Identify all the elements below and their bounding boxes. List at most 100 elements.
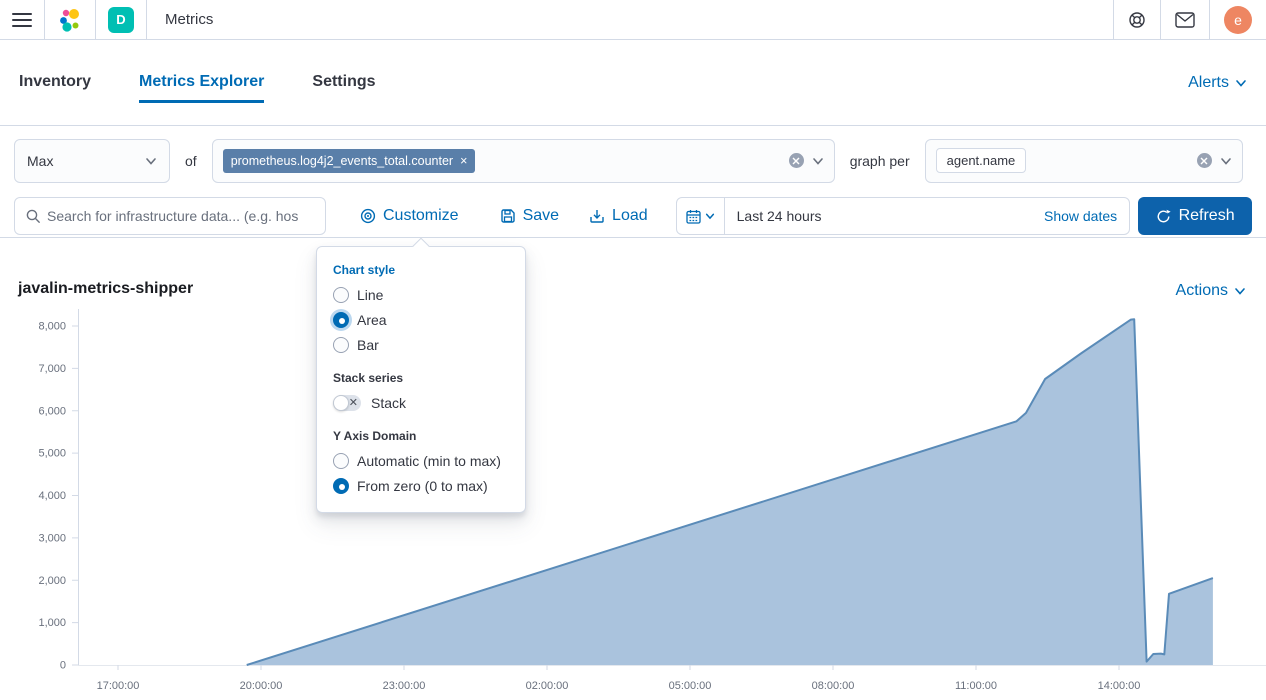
of-label: of bbox=[170, 153, 212, 169]
stack-toggle[interactable]: ✕ bbox=[333, 395, 361, 411]
radio-icon[interactable] bbox=[333, 478, 349, 494]
svg-text:23:00:00: 23:00:00 bbox=[383, 680, 426, 692]
avatar[interactable]: e bbox=[1224, 6, 1252, 34]
svg-text:2,000: 2,000 bbox=[38, 575, 66, 587]
notifications-button[interactable] bbox=[1160, 0, 1209, 39]
tab-metrics-explorer[interactable]: Metrics Explorer bbox=[139, 63, 264, 103]
graph-per-label: graph per bbox=[835, 153, 925, 169]
toggle-off-icon: ✕ bbox=[349, 398, 358, 409]
svg-text:0: 0 bbox=[60, 660, 66, 672]
space-selector[interactable]: D bbox=[96, 0, 147, 39]
clear-icon bbox=[792, 157, 800, 165]
quick-select-date-button[interactable] bbox=[677, 198, 725, 234]
toolbar-row: Customize Save Load bbox=[0, 195, 1266, 238]
chevron-down-icon bbox=[1235, 77, 1247, 89]
chart-style-line-radio[interactable]: Line bbox=[333, 287, 509, 303]
import-icon bbox=[589, 208, 605, 224]
alerts-dropdown[interactable]: Alerts bbox=[1188, 74, 1247, 92]
svg-text:11:00:00: 11:00:00 bbox=[955, 680, 997, 692]
clear-icon bbox=[1200, 157, 1208, 165]
search-icon bbox=[25, 208, 41, 224]
radio-label: From zero (0 to max) bbox=[357, 478, 488, 494]
svg-text:5,000: 5,000 bbox=[38, 448, 66, 460]
alerts-label: Alerts bbox=[1188, 74, 1229, 92]
elastic-logo[interactable] bbox=[45, 0, 96, 39]
mail-icon bbox=[1175, 12, 1195, 28]
help-icon bbox=[1128, 11, 1146, 29]
y-axis-domain-title: Y Axis Domain bbox=[333, 429, 509, 443]
clear-group-by-button[interactable] bbox=[1197, 153, 1212, 168]
stack-toggle-label: Stack bbox=[371, 395, 406, 411]
breadcrumb: Metrics bbox=[159, 11, 213, 28]
radio-label: Automatic (min to max) bbox=[357, 453, 501, 469]
refresh-label: Refresh bbox=[1179, 207, 1235, 225]
eye-icon bbox=[360, 208, 376, 224]
chart-section: javalin-metrics-shipper Actions 01,0002,… bbox=[0, 238, 1266, 700]
time-range-value[interactable]: Last 24 hours bbox=[725, 208, 822, 224]
group-by-combobox[interactable]: agent.name bbox=[925, 139, 1243, 183]
top-header: D Metrics e bbox=[0, 0, 1266, 40]
radio-icon[interactable] bbox=[333, 337, 349, 353]
customize-popover: Chart style Line Area Bar Stack series ✕… bbox=[316, 246, 526, 513]
chevron-down-icon bbox=[145, 155, 157, 167]
svg-text:20:00:00: 20:00:00 bbox=[240, 680, 283, 692]
svg-text:02:00:00: 02:00:00 bbox=[526, 680, 569, 692]
save-icon bbox=[500, 208, 516, 224]
nav-menu-button[interactable] bbox=[0, 0, 45, 39]
chart-style-area-radio[interactable]: Area bbox=[333, 312, 509, 328]
chevron-down-icon bbox=[705, 211, 715, 221]
chart-style-bar-radio[interactable]: Bar bbox=[333, 337, 509, 353]
save-label: Save bbox=[523, 207, 559, 225]
search-box[interactable] bbox=[14, 197, 326, 235]
svg-text:1,000: 1,000 bbox=[38, 617, 66, 629]
show-dates-button[interactable]: Show dates bbox=[1044, 208, 1129, 224]
chevron-down-icon[interactable] bbox=[812, 155, 824, 167]
radio-icon[interactable] bbox=[333, 312, 349, 328]
aggregation-value: Max bbox=[27, 153, 53, 169]
y-axis-automatic-radio[interactable]: Automatic (min to max) bbox=[333, 453, 509, 469]
user-menu-button[interactable]: e bbox=[1209, 0, 1266, 39]
elastic-logo-icon bbox=[57, 7, 83, 33]
customize-button[interactable]: Customize bbox=[360, 207, 459, 225]
svg-text:7,000: 7,000 bbox=[38, 363, 66, 375]
clear-metrics-button[interactable] bbox=[789, 153, 804, 168]
metric-badge-label: prometheus.log4j2_events_total.counter bbox=[231, 154, 453, 168]
stack-switch-row[interactable]: ✕ Stack bbox=[333, 395, 509, 411]
metric-combobox[interactable]: prometheus.log4j2_events_total.counter × bbox=[212, 139, 835, 183]
chevron-down-icon[interactable] bbox=[1220, 155, 1232, 167]
radio-icon[interactable] bbox=[333, 453, 349, 469]
hamburger-icon[interactable] bbox=[12, 13, 32, 27]
svg-text:08:00:00: 08:00:00 bbox=[812, 680, 855, 692]
svg-text:8,000: 8,000 bbox=[38, 321, 66, 333]
metric-badge-remove-icon[interactable]: × bbox=[460, 154, 467, 168]
load-label: Load bbox=[612, 207, 648, 225]
save-button[interactable]: Save bbox=[500, 207, 559, 225]
aggregation-select[interactable]: Max bbox=[14, 139, 170, 183]
svg-text:14:00:00: 14:00:00 bbox=[1098, 680, 1141, 692]
metric-controls-row: Max of prometheus.log4j2_events_total.co… bbox=[0, 126, 1266, 195]
refresh-button[interactable]: Refresh bbox=[1138, 197, 1252, 235]
group-by-pill[interactable]: agent.name bbox=[936, 148, 1027, 173]
svg-text:3,000: 3,000 bbox=[38, 532, 66, 544]
load-button[interactable]: Load bbox=[589, 207, 648, 225]
date-picker: Last 24 hours Show dates bbox=[676, 197, 1131, 235]
search-input[interactable] bbox=[47, 208, 315, 224]
toggle-thumb[interactable] bbox=[333, 395, 349, 411]
radio-label: Bar bbox=[357, 337, 379, 353]
chart-style-title: Chart style bbox=[333, 263, 509, 277]
space-badge[interactable]: D bbox=[108, 7, 134, 33]
tab-settings[interactable]: Settings bbox=[312, 63, 375, 103]
metric-badge[interactable]: prometheus.log4j2_events_total.counter × bbox=[223, 149, 476, 173]
y-axis-from-zero-radio[interactable]: From zero (0 to max) bbox=[333, 478, 509, 494]
svg-text:05:00:00: 05:00:00 bbox=[669, 680, 712, 692]
help-button[interactable] bbox=[1113, 0, 1160, 39]
metrics-area-chart[interactable]: 01,0002,0003,0004,0005,0006,0007,0008,00… bbox=[0, 238, 1266, 700]
svg-text:17:00:00: 17:00:00 bbox=[97, 680, 140, 692]
customize-label: Customize bbox=[383, 207, 459, 225]
radio-icon[interactable] bbox=[333, 287, 349, 303]
refresh-icon bbox=[1156, 209, 1171, 224]
radio-label: Line bbox=[357, 287, 383, 303]
tab-inventory[interactable]: Inventory bbox=[19, 63, 91, 103]
calendar-icon bbox=[686, 209, 701, 224]
svg-text:6,000: 6,000 bbox=[38, 405, 66, 417]
